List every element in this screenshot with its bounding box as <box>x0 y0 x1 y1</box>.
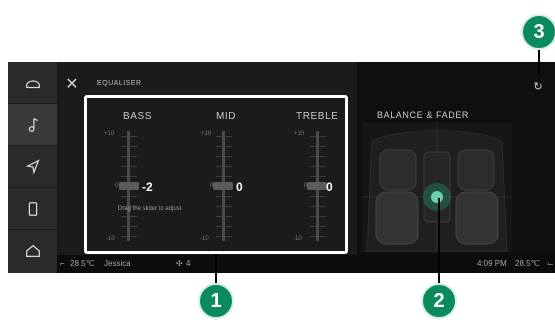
sidebar-item-navigation[interactable] <box>8 146 57 188</box>
sidebar-item-vehicle[interactable] <box>8 62 57 104</box>
equaliser-highlight-box <box>84 95 348 254</box>
callout-leader <box>215 254 217 284</box>
fan-speed: 4 <box>186 259 191 268</box>
sidebar-item-home[interactable] <box>8 230 57 271</box>
sidebar-item-media[interactable] <box>8 104 57 146</box>
sidebar-item-phone[interactable] <box>8 188 57 230</box>
left-temperature: 28.5℃ <box>70 259 95 268</box>
callout-1: 1 <box>198 283 234 319</box>
seat-icon: ⌐ <box>60 259 65 268</box>
home-icon <box>25 244 40 257</box>
right-temperature: 28.5℃ <box>515 259 540 268</box>
fan-icon: ✣ <box>176 259 183 268</box>
seat-icon: ⌙ <box>547 259 554 268</box>
navigation-arrow-icon <box>25 158 40 175</box>
side-rail <box>8 62 57 273</box>
car-shape-icon <box>25 79 40 88</box>
callout-leader <box>438 198 440 284</box>
callout-2: 2 <box>421 283 457 319</box>
music-note-icon <box>28 117 38 132</box>
clock: 4:09 PM <box>477 259 507 268</box>
callout-leader <box>538 48 540 74</box>
reset-icon[interactable]: ↻ <box>531 80 545 94</box>
balance-fader-title: BALANCE & FADER <box>377 110 470 120</box>
user-name: Jessica <box>104 259 131 268</box>
car-cabin-image[interactable] <box>362 122 512 252</box>
close-button[interactable]: ✕ <box>63 76 81 94</box>
phone-icon <box>28 201 37 216</box>
page-title: EQUALISER <box>97 80 142 87</box>
callout-3: 3 <box>521 14 555 50</box>
